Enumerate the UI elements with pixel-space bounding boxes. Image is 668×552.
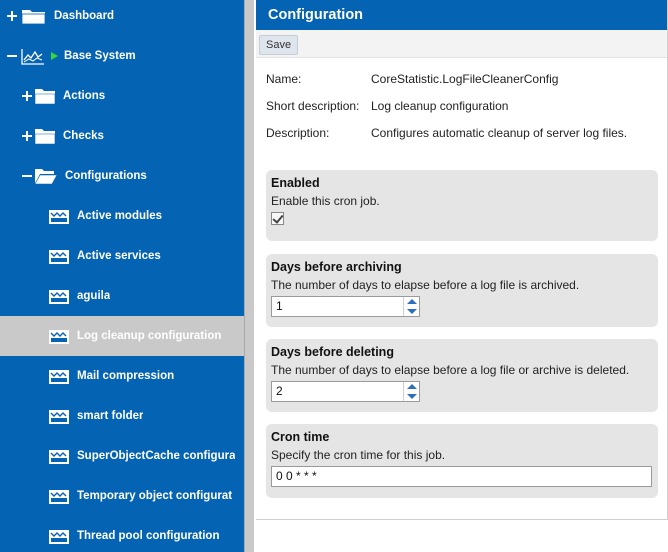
enabled-section: Enabled Enable this cron job.	[266, 170, 658, 241]
tree-item-label: Active services	[77, 250, 161, 262]
tree-item-thread-pool-configuration[interactable]: Thread pool configuration	[0, 516, 244, 552]
activity-chart-icon	[21, 49, 44, 65]
expand-icon[interactable]	[5, 9, 19, 23]
tree-item-aguila[interactable]: aguila	[0, 276, 244, 316]
section-title: Cron time	[271, 430, 330, 444]
stepper-buttons	[403, 382, 419, 401]
tree-item-dashboard[interactable]: Dashboard	[0, 0, 244, 36]
config-icon	[49, 490, 69, 504]
archiving-days-stepper[interactable]: 1	[271, 296, 420, 317]
folder-icon	[34, 129, 56, 145]
play-icon	[51, 52, 58, 60]
tree-item-label: Thread pool configuration	[77, 530, 220, 542]
config-icon	[49, 290, 69, 304]
config-icon	[49, 330, 69, 344]
tree-item-actions[interactable]: Actions	[0, 76, 244, 116]
collapse-icon[interactable]	[5, 49, 19, 63]
config-icon	[49, 410, 69, 424]
short-description-label: Short description:	[266, 99, 360, 113]
section-description: Enable this cron job.	[271, 194, 380, 208]
collapse-icon[interactable]	[20, 169, 34, 183]
tree-item-mail-compression[interactable]: Mail compression	[0, 356, 244, 396]
decrement-arrow-icon[interactable]	[407, 309, 417, 314]
tree-item-label: Mail compression	[77, 370, 175, 382]
tree-item-temporary-object-configuration[interactable]: Temporary object configurat	[0, 476, 244, 516]
tree-item-label: Base System	[64, 50, 136, 62]
panel-title: Configuration	[256, 0, 667, 30]
cron-time-section: Cron time Specify the cron time for this…	[266, 424, 658, 498]
cron-time-input[interactable]: 0 0 * * *	[271, 466, 652, 487]
configuration-panel: Configuration Save Name: CoreStatistic.L…	[256, 0, 668, 520]
config-icon	[49, 370, 69, 384]
config-icon	[49, 210, 69, 224]
tree-item-label: Active modules	[77, 210, 162, 222]
tree-item-configurations[interactable]: Configurations	[0, 156, 244, 196]
tree-item-active-services[interactable]: Active services	[0, 236, 244, 276]
section-title: Days before deleting	[271, 345, 394, 359]
sidebar-scrollbar[interactable]	[244, 0, 254, 552]
tree-item-label: Temporary object configurat	[77, 490, 233, 502]
section-description: Specify the cron time for this job.	[271, 448, 446, 462]
tree-item-log-cleanup-configuration[interactable]: Log cleanup configuration	[0, 316, 244, 356]
tree-item-label: Dashboard	[54, 10, 115, 22]
enabled-checkbox[interactable]	[271, 212, 284, 225]
folder-icon	[34, 89, 56, 105]
tree-item-label: smart folder	[77, 410, 144, 422]
stepper-value: 2	[276, 384, 283, 398]
decrement-arrow-icon[interactable]	[407, 394, 417, 399]
config-icon	[49, 450, 69, 464]
days-before-archiving-section: Days before archiving The number of days…	[266, 254, 658, 327]
deleting-days-stepper[interactable]: 2	[271, 381, 420, 402]
stepper-buttons	[403, 297, 419, 316]
section-description: The number of days to elapse before a lo…	[271, 278, 580, 292]
tree-item-label: Configurations	[65, 170, 147, 182]
tree-item-label: SuperObjectCache configura	[77, 450, 236, 462]
section-title: Days before archiving	[271, 260, 402, 274]
days-before-deleting-section: Days before deleting The number of days …	[266, 339, 658, 412]
expand-icon[interactable]	[20, 89, 34, 103]
folder-icon	[21, 10, 46, 25]
tree-item-smart-folder[interactable]: smart folder	[0, 396, 244, 436]
short-description-value: Log cleanup configuration	[371, 99, 509, 113]
stepper-value: 1	[276, 299, 283, 313]
config-icon	[49, 250, 69, 264]
tree-item-label: Checks	[63, 130, 104, 142]
name-value: CoreStatistic.LogFileCleanerConfig	[371, 72, 559, 86]
section-title: Enabled	[271, 176, 320, 190]
description-value: Configures automatic cleanup of server l…	[371, 126, 628, 140]
open-folder-icon	[34, 169, 58, 185]
tree-item-checks[interactable]: Checks	[0, 116, 244, 156]
tree-item-base-system[interactable]: Base System	[0, 36, 244, 76]
expand-icon[interactable]	[20, 129, 34, 143]
section-description: The number of days to elapse before a lo…	[271, 363, 630, 377]
tree-item-active-modules[interactable]: Active modules	[0, 196, 244, 236]
tree-item-label: Log cleanup configuration	[77, 330, 222, 342]
increment-arrow-icon[interactable]	[407, 384, 417, 389]
toolbar: Save	[256, 30, 667, 58]
navigation-tree: Dashboard Base System Actions Checks Con…	[0, 0, 244, 552]
save-button[interactable]: Save	[259, 35, 299, 55]
name-label: Name:	[266, 72, 302, 86]
tree-item-label: aguila	[77, 290, 111, 302]
config-icon	[49, 530, 69, 544]
increment-arrow-icon[interactable]	[407, 299, 417, 304]
tree-item-label: Actions	[63, 90, 106, 102]
tree-item-superobjectcache-configuration[interactable]: SuperObjectCache configura	[0, 436, 244, 476]
description-label: Description:	[266, 126, 330, 140]
